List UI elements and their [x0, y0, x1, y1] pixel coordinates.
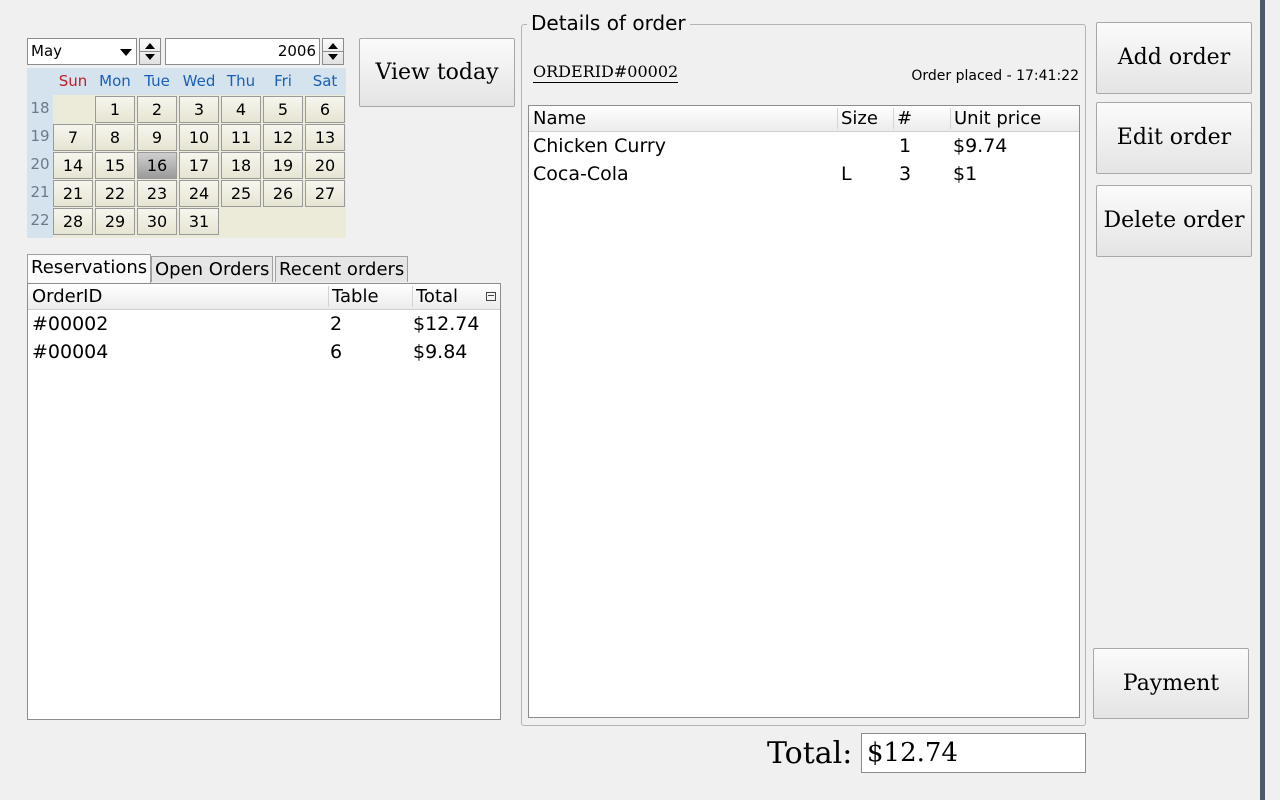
table-row[interactable]: #00002 2 $12.74 — [28, 310, 500, 338]
calendar-day[interactable]: 5 — [263, 96, 303, 123]
column-header-size[interactable]: Size — [837, 106, 893, 131]
column-header-name[interactable]: Name — [529, 106, 837, 131]
week-number: 22 — [30, 211, 50, 229]
column-header-orderid[interactable]: OrderID — [28, 284, 328, 309]
order-items-header: Name Size # Unit price — [529, 106, 1079, 132]
calendar-day[interactable]: 15 — [95, 152, 135, 179]
item-qty-cell: 3 — [899, 163, 912, 185]
calendar-day[interactable]: 13 — [305, 124, 345, 151]
order-details-title: Details of order — [527, 11, 690, 35]
calendar-day[interactable]: 31 — [179, 208, 219, 235]
calendar-day[interactable]: 12 — [263, 124, 303, 151]
calendar-day[interactable]: 22 — [95, 180, 135, 207]
calendar-day-selected[interactable]: 16 — [137, 152, 177, 179]
week-number: 20 — [30, 155, 50, 173]
item-name-cell: Chicken Curry — [533, 135, 666, 157]
month-select-value: May — [31, 42, 63, 60]
calendar-day[interactable]: 25 — [221, 180, 261, 207]
month-select[interactable]: May — [27, 38, 137, 65]
arrow-up-icon — [145, 43, 155, 49]
weekday-label: Tue — [144, 72, 170, 90]
column-header-table[interactable]: Table — [328, 284, 412, 309]
total-field[interactable]: $12.74 — [861, 733, 1086, 773]
view-today-button[interactable]: View today — [359, 38, 515, 107]
calendar-day[interactable]: 29 — [95, 208, 135, 235]
orderid-cell: #00002 — [32, 313, 109, 335]
arrow-up-icon — [328, 43, 338, 49]
calendar-day[interactable]: 3 — [179, 96, 219, 123]
weekday-label: Mon — [99, 72, 131, 90]
item-price-cell: $9.74 — [953, 135, 1008, 157]
calendar-day[interactable]: 2 — [137, 96, 177, 123]
calendar-day[interactable]: 19 — [263, 152, 303, 179]
calendar-day[interactable]: 26 — [263, 180, 303, 207]
calendar-day[interactable]: 17 — [179, 152, 219, 179]
item-size-cell: L — [841, 163, 852, 185]
total-cell: $9.84 — [413, 341, 468, 363]
weekday-label: Thu — [226, 72, 256, 90]
item-price-cell: $1 — [953, 163, 978, 185]
add-order-button[interactable]: Add order — [1096, 22, 1252, 94]
item-name-cell: Coca-Cola — [533, 163, 629, 185]
calendar-day[interactable]: 27 — [305, 180, 345, 207]
tab-open-orders[interactable]: Open Orders — [151, 256, 274, 282]
column-header-unit-price[interactable]: Unit price — [950, 106, 1075, 131]
table-row[interactable]: Chicken Curry 1 $9.74 — [529, 132, 1079, 160]
arrow-down-icon — [145, 54, 155, 60]
month-spinner[interactable] — [139, 38, 161, 65]
arrow-down-icon — [328, 54, 338, 60]
column-chooser-icon[interactable] — [486, 292, 496, 301]
payment-button[interactable]: Payment — [1093, 648, 1249, 719]
calendar-day[interactable]: 24 — [179, 180, 219, 207]
week-number: 18 — [30, 99, 50, 117]
calendar-day[interactable]: 20 — [305, 152, 345, 179]
calendar-day[interactable]: 7 — [53, 124, 93, 151]
tab-reservations[interactable]: Reservations — [27, 254, 152, 283]
table-cell: 2 — [330, 313, 343, 335]
calendar-day[interactable]: 28 — [53, 208, 93, 235]
calendar-day[interactable]: 1 — [95, 96, 135, 123]
total-cell: $12.74 — [413, 313, 480, 335]
order-id-label: ORDERID#00002 — [533, 62, 679, 83]
column-header-total[interactable]: Total — [412, 284, 482, 309]
item-qty-cell: 1 — [899, 135, 912, 157]
calendar-day[interactable]: 9 — [137, 124, 177, 151]
weekday-label: Wed — [182, 72, 216, 90]
window-edge — [1260, 0, 1265, 800]
orders-list[interactable]: OrderID Table Total #00002 2 $12.74 #000… — [27, 283, 501, 720]
calendar-day[interactable]: 4 — [221, 96, 261, 123]
order-items-list[interactable]: Name Size # Unit price Chicken Curry 1 $… — [528, 105, 1080, 718]
year-spinner[interactable] — [322, 38, 344, 65]
calendar-day[interactable]: 10 — [179, 124, 219, 151]
delete-order-button[interactable]: Delete order — [1096, 185, 1252, 257]
week-number: 21 — [30, 183, 50, 201]
chevron-down-icon — [120, 49, 132, 56]
calendar-day[interactable]: 11 — [221, 124, 261, 151]
year-field[interactable]: 2006 — [165, 38, 320, 65]
calendar-day[interactable]: 18 — [221, 152, 261, 179]
total-label: Total: — [767, 736, 853, 771]
calendar-day[interactable]: 30 — [137, 208, 177, 235]
orders-list-header: OrderID Table Total — [28, 284, 500, 310]
table-row[interactable]: #00004 6 $9.84 — [28, 338, 500, 366]
table-row[interactable]: Coca-Cola L 3 $1 — [529, 160, 1079, 188]
weekday-label: Sun — [58, 72, 88, 90]
weekday-label: Sat — [312, 72, 338, 90]
week-number: 19 — [30, 127, 50, 145]
calendar-day[interactable]: 6 — [305, 96, 345, 123]
calendar-day[interactable]: 8 — [95, 124, 135, 151]
calendar-day[interactable]: 14 — [53, 152, 93, 179]
weekday-label: Fri — [274, 72, 292, 90]
tab-recent-orders[interactable]: Recent orders — [275, 256, 409, 282]
calendar-day[interactable]: 23 — [137, 180, 177, 207]
calendar: Sun Mon Tue Wed Thu Fri Sat 18 19 20 21 22 1 2 3 4 5 6 7 8 9… — [27, 68, 346, 238]
edit-order-button[interactable]: Edit order — [1096, 102, 1252, 174]
column-header-qty[interactable]: # — [893, 106, 950, 131]
order-placed-time: Order placed - 17:41:22 — [911, 68, 1079, 84]
orderid-cell: #00004 — [32, 341, 109, 363]
calendar-day[interactable]: 21 — [53, 180, 93, 207]
table-cell: 6 — [330, 341, 343, 363]
